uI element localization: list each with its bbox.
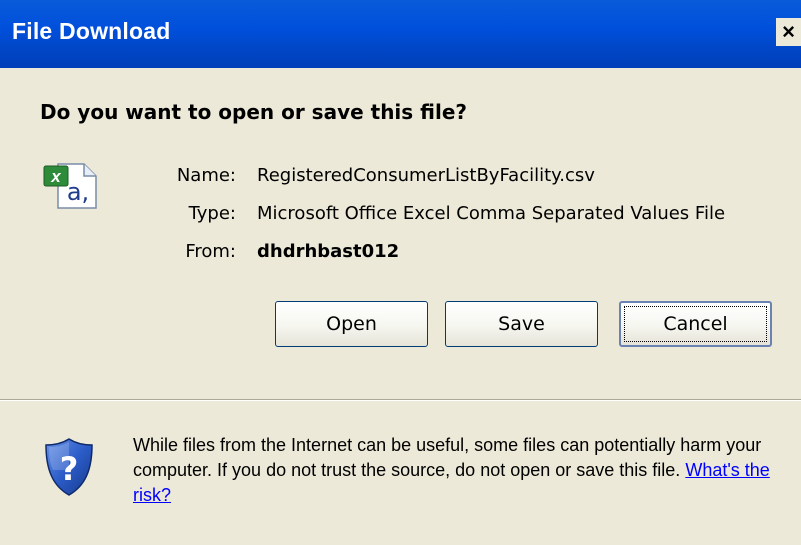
name-value: RegisteredConsumerListByFacility.csv bbox=[257, 165, 595, 186]
title-bar[interactable]: File Download × bbox=[0, 0, 801, 68]
from-value: dhdrhbast012 bbox=[257, 241, 400, 262]
window-title: File Download bbox=[12, 18, 171, 44]
type-label: Type: bbox=[188, 203, 236, 224]
from-label: From: bbox=[185, 241, 236, 262]
excel-csv-file-icon: x a, bbox=[43, 163, 97, 209]
svg-text:x: x bbox=[50, 167, 62, 186]
section-divider-highlight bbox=[0, 400, 801, 401]
svg-text:?: ? bbox=[60, 450, 79, 488]
security-shield-question-icon: ? bbox=[45, 438, 93, 496]
save-button[interactable]: Save bbox=[445, 301, 598, 347]
warning-text: While files from the Internet can be use… bbox=[133, 435, 762, 480]
prompt-question: Do you want to open or save this file? bbox=[40, 100, 468, 124]
cancel-button[interactable]: Cancel bbox=[619, 301, 772, 347]
open-button[interactable]: Open bbox=[275, 301, 428, 347]
svg-text:a,: a, bbox=[67, 178, 89, 206]
file-download-dialog: File Download × Do you want to open or s… bbox=[0, 0, 801, 545]
close-button[interactable]: × bbox=[776, 18, 801, 46]
name-label: Name: bbox=[176, 165, 236, 186]
type-value: Microsoft Office Excel Comma Separated V… bbox=[257, 203, 726, 224]
security-warning: While files from the Internet can be use… bbox=[133, 433, 783, 508]
